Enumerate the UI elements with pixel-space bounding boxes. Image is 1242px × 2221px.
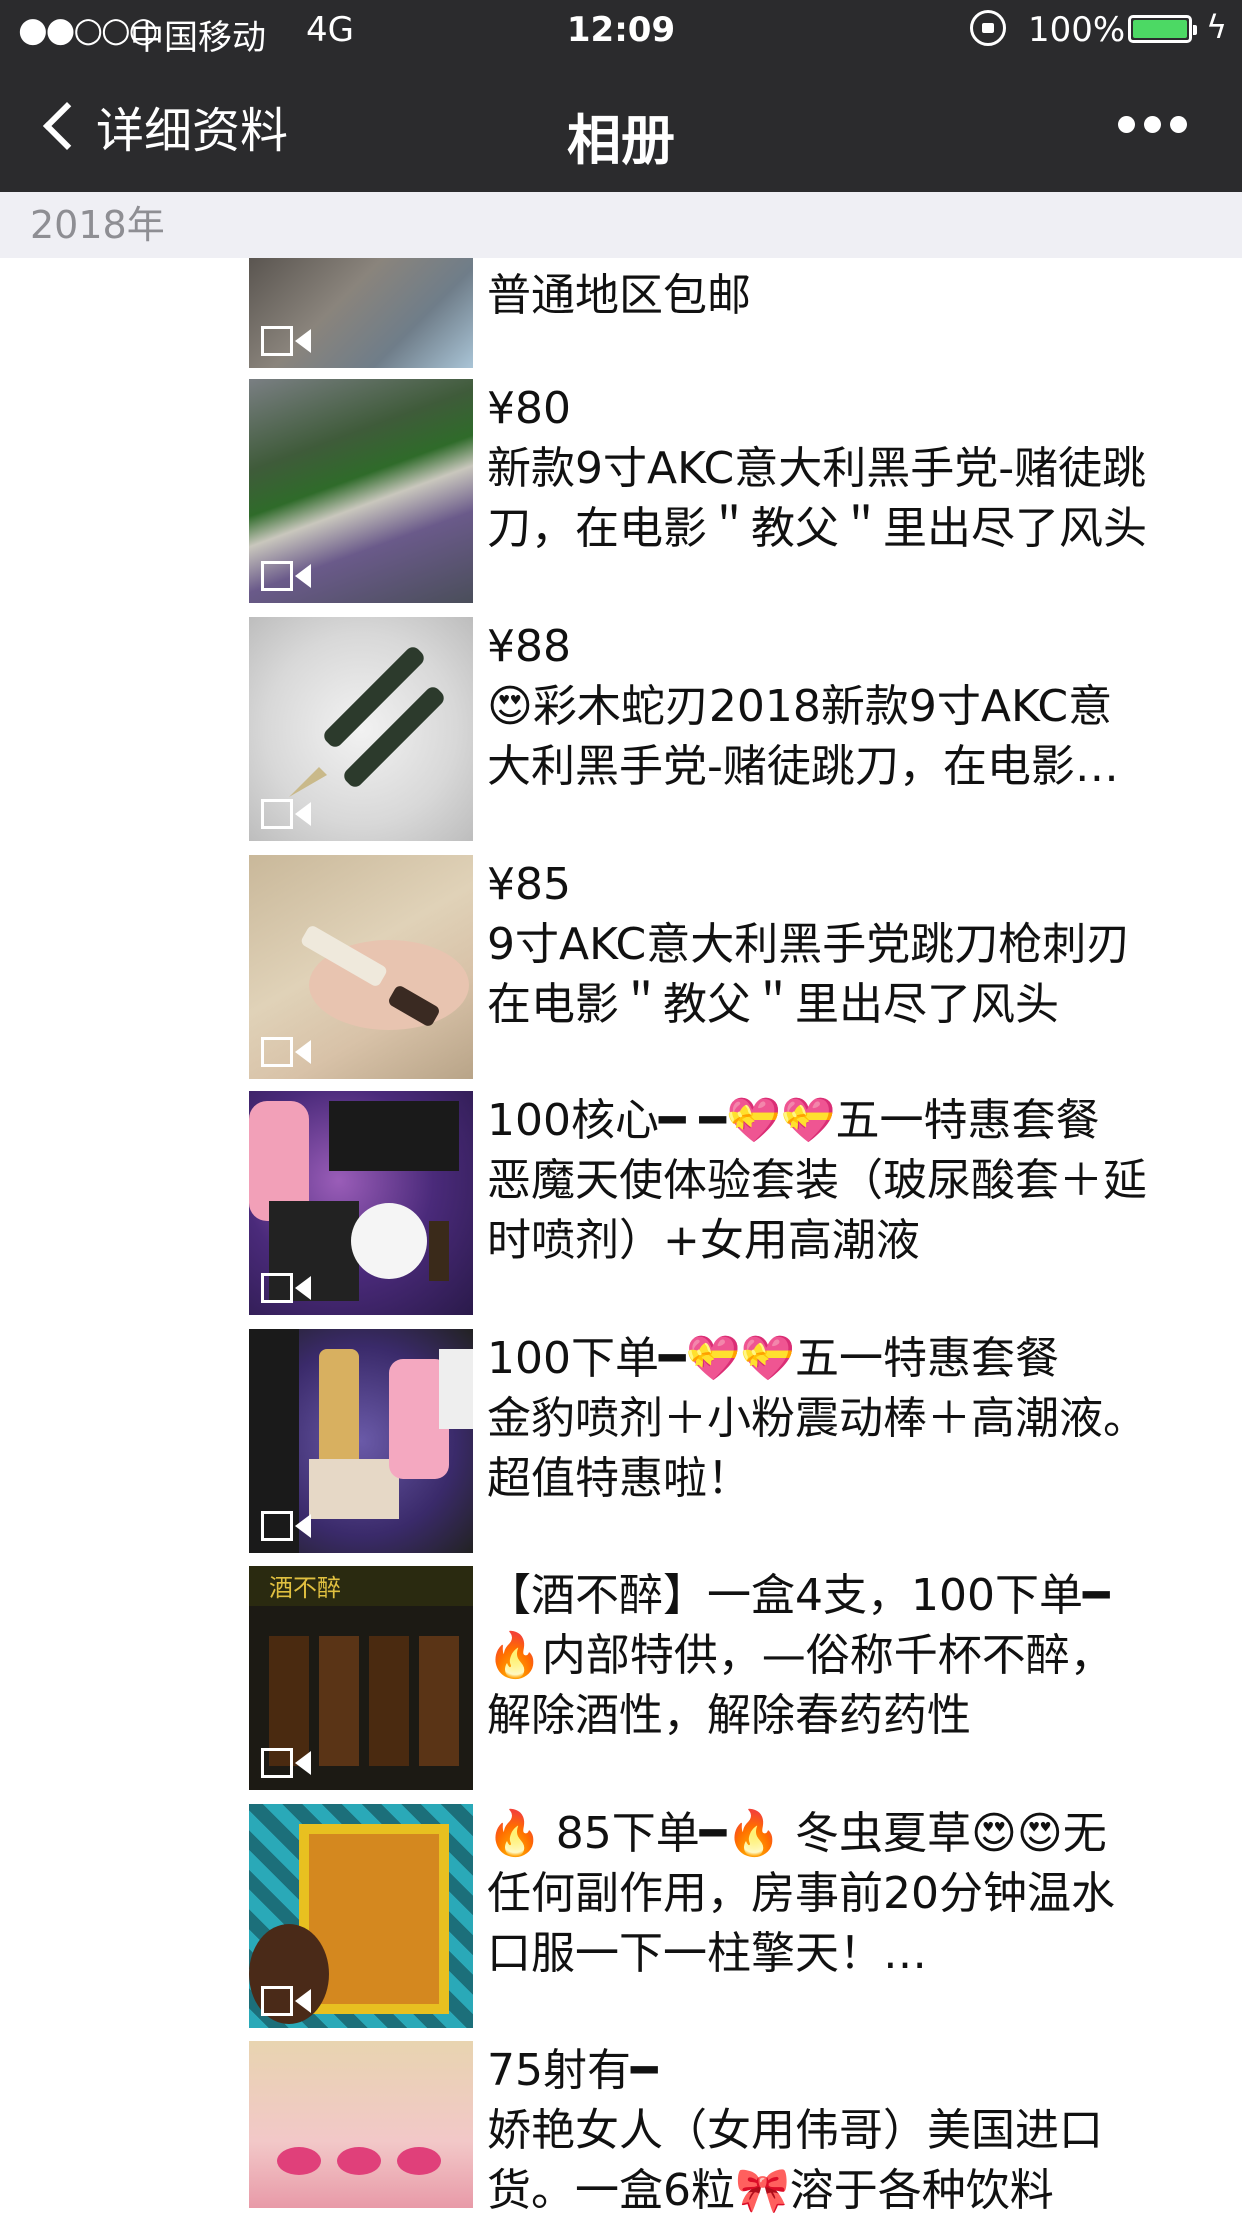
post-thumbnail[interactable] [249, 1329, 473, 1553]
post-thumbnail[interactable] [249, 1091, 473, 1315]
video-icon [261, 1511, 317, 1541]
post-description: 🔥 85下单━🔥 冬虫夏草😍😍无任何副作用，房事前20分钟温水口服一下一柱擎天！… [487, 1808, 1115, 1979]
status-bar: ●●○○○ 中国移动 4G 12:09 100% ϟ [0, 0, 1242, 62]
orientation-lock-icon [970, 10, 1006, 46]
more-dot-icon [1118, 116, 1135, 133]
post-thumbnail[interactable] [249, 2041, 473, 2208]
post-price: ¥88 [487, 621, 571, 672]
post-description: 娇艳女人（女用伟哥）美国进口货。一盒6粒🎀溶于各种饮料 [487, 2105, 1103, 2216]
battery-fill [1133, 20, 1187, 38]
year-section-header: 2018年 [0, 192, 1242, 258]
post-description: 😍彩木蛇刃2018新款9寸AKC意大利黑手党-赌徒跳刀，在电影里出尽了风头 [487, 681, 1119, 792]
post-thumbnail[interactable] [249, 617, 473, 841]
post-description: 普通地区包邮 [487, 270, 751, 321]
video-icon [261, 1037, 317, 1067]
post-description: 新款9寸AKC意大利黑手党-赌徒跳刀，在电影＂教父＂里出尽了风头 [487, 443, 1147, 554]
post-thumbnail[interactable] [249, 258, 473, 368]
post-description: 9寸AKC意大利黑手党跳刀枪刺刃 在电影＂教父＂里出尽了风头 [487, 919, 1147, 1030]
post-thumbnail[interactable]: 酒不醉 [249, 1566, 473, 1790]
battery-percentage: 100% [1028, 10, 1126, 50]
post-description: 100核心━ ━💝💝五一特惠套餐 恶魔天使体验套装（玻尿酸套＋延时喷剂）+女用高… [487, 1095, 1147, 1266]
page-title: 相册 [567, 109, 675, 172]
post-thumbnail[interactable] [249, 379, 473, 603]
video-icon [261, 326, 317, 356]
post-price: ¥85 [487, 859, 571, 910]
video-icon [261, 1986, 317, 2016]
charging-bolt-icon: ϟ [1206, 8, 1228, 46]
video-icon [261, 1273, 317, 1303]
battery-icon [1128, 15, 1197, 43]
video-icon [261, 561, 317, 591]
product-illustration [277, 2147, 441, 2175]
video-icon [261, 1748, 317, 1778]
post-price: ¥80 [487, 383, 571, 434]
navigation-bar: 详细资料 相册 [0, 62, 1242, 192]
post-description: 【酒不醉】一盒4支，100下单━🔥内部特供，—俗称千杯不醉，解除酒性，解除春药药… [487, 1570, 1114, 1741]
post-thumbnail[interactable] [249, 1804, 473, 2028]
more-dot-icon [1170, 116, 1187, 133]
post-description: 100下单━💝💝五一特惠套餐 金豹喷剂＋小粉震动棒＋高潮液。超值特惠啦！ [487, 1333, 1147, 1504]
more-options-button[interactable] [1118, 116, 1187, 133]
svg-text:酒不醉: 酒不醉 [269, 1574, 341, 1602]
post-price: 75射有━ [487, 2045, 658, 2096]
more-dot-icon [1144, 116, 1161, 133]
post-thumbnail[interactable] [249, 855, 473, 1079]
video-icon [261, 799, 317, 829]
